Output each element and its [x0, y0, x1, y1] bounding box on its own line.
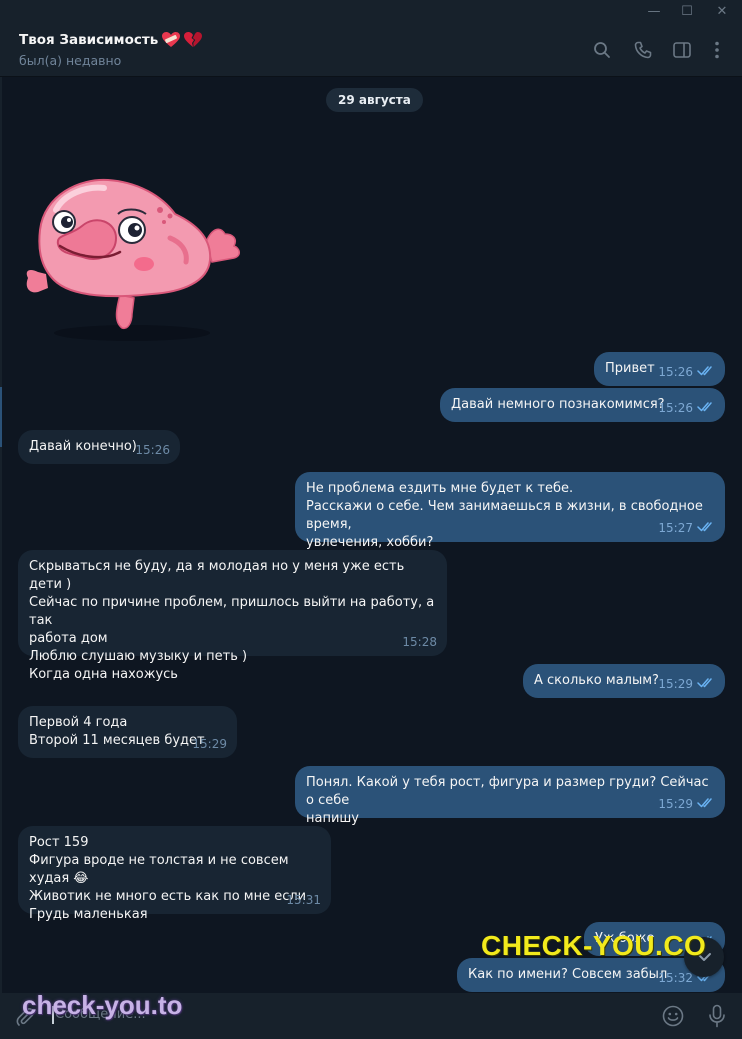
date-separator: 29 августа — [326, 88, 423, 112]
outgoing-message[interactable]: А сколько малым? 15:29 — [523, 664, 725, 698]
message-time: 15:29 — [658, 797, 693, 811]
message-time: 15:29 — [658, 677, 693, 691]
message-time: 15:31 — [286, 893, 321, 907]
more-menu-button[interactable] — [705, 38, 729, 62]
message-time: 15:28 — [402, 635, 437, 649]
message-time: 15:32 — [658, 971, 693, 985]
incoming-message[interactable]: Скрываться не буду, да я молодая но у ме… — [18, 550, 447, 682]
message-time: 15:27 — [658, 521, 693, 535]
message-meta: 15:28 — [402, 633, 437, 651]
window-titlebar: — ☐ ✕ — [0, 0, 742, 23]
message-time: 15:29 — [192, 737, 227, 751]
message-time: 15:26 — [658, 365, 693, 379]
message-text: Рост 159 Фигура вроде не толстая и не со… — [29, 835, 307, 922]
more-vertical-icon — [715, 41, 719, 59]
maximize-icon: ☐ — [681, 4, 693, 19]
call-button[interactable] — [631, 38, 655, 62]
maximize-button[interactable]: ☐ — [669, 0, 705, 23]
minimize-button[interactable]: — — [636, 0, 672, 23]
pink-blobfish-sticker[interactable] — [20, 170, 245, 350]
search-icon — [594, 42, 610, 58]
left-panel-accent — [0, 387, 2, 447]
incoming-message[interactable]: Рост 159 Фигура вроде не толстая и не со… — [18, 826, 331, 922]
phone-icon — [634, 41, 652, 59]
message-meta: 15:26 — [135, 441, 170, 459]
double-check-icon — [697, 363, 715, 381]
message-meta: 15:31 — [286, 891, 321, 909]
broken-heart-icon — [184, 32, 203, 47]
double-check-icon — [697, 795, 715, 813]
incoming-message[interactable]: Первой 4 года Второй 11 месяцев будет 15:… — [18, 706, 237, 758]
chat-status: был(а) недавно — [19, 53, 122, 68]
heart-with-bandage-icon — [162, 32, 181, 47]
double-check-icon — [697, 519, 715, 537]
message-time: 15:26 — [658, 401, 693, 415]
minimize-icon: — — [647, 4, 661, 19]
message-text: Не проблема ездить мне будет к тебе. Рас… — [306, 481, 703, 550]
search-button[interactable] — [590, 38, 614, 62]
chat-header[interactable]: Твоя Зависимость был(а) недавно — [0, 23, 742, 77]
outgoing-message[interactable]: Не проблема ездить мне будет к тебе. Рас… — [295, 472, 725, 550]
microphone-icon — [709, 1004, 725, 1028]
sidebar-toggle-button[interactable] — [670, 38, 694, 62]
message-meta: 15:27 — [658, 519, 715, 537]
outgoing-message[interactable]: Давай немного познакомимся? 15:26 — [440, 388, 725, 422]
outgoing-message[interactable]: Понял. Какой у тебя рост, фигура и разме… — [295, 766, 725, 826]
watermark-check-you-co: CHECK-YOU.CO — [481, 930, 707, 961]
emoji-icon — [662, 1005, 684, 1027]
message-text: Понял. Какой у тебя рост, фигура и разме… — [306, 775, 709, 826]
message-meta: 15:29 — [658, 795, 715, 813]
voice-record-button[interactable] — [704, 1003, 730, 1029]
incoming-message[interactable]: Давай конечно) 15:26 — [18, 430, 180, 464]
watermark-check-you-to: check-you.to — [22, 990, 183, 1020]
chat-title[interactable]: Твоя Зависимость — [19, 32, 203, 48]
message-meta: 15:29 — [192, 735, 227, 753]
emoji-button[interactable] — [660, 1003, 686, 1029]
message-meta: 15:26 — [658, 399, 715, 417]
sidebar-toggle-icon — [673, 42, 691, 58]
message-meta: 15:26 — [658, 363, 715, 381]
message-text: Скрываться не буду, да я молодая но у ме… — [29, 559, 435, 682]
double-check-icon — [697, 675, 715, 693]
close-window-button[interactable]: ✕ — [704, 0, 740, 23]
double-check-icon — [697, 399, 715, 417]
left-panel-edge — [0, 77, 2, 993]
message-time: 15:26 — [135, 443, 170, 457]
chat-title-text: Твоя Зависимость — [19, 32, 159, 48]
close-icon: ✕ — [716, 4, 728, 19]
outgoing-message[interactable]: Привет 15:26 — [594, 352, 725, 386]
message-meta: 15:29 — [658, 675, 715, 693]
